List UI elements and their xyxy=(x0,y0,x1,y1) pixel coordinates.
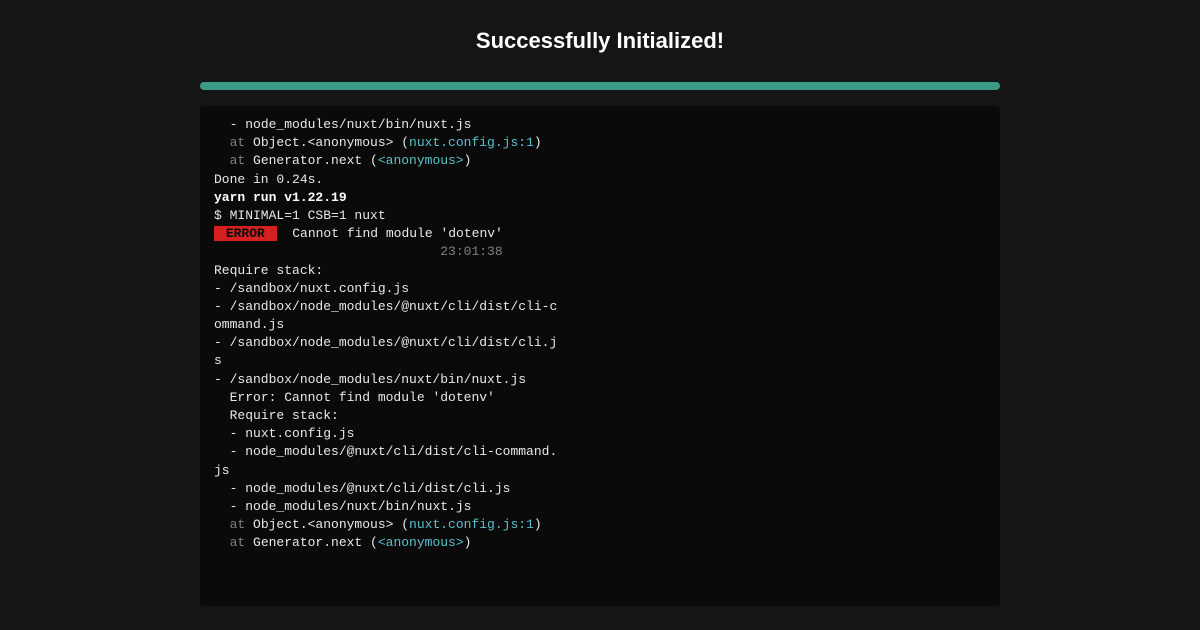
progress-bar xyxy=(200,82,1000,90)
timestamp-line: 23:01:38 xyxy=(214,243,986,261)
source-link[interactable]: <anonymous> xyxy=(378,535,464,550)
stack-path: - /sandbox/nuxt.config.js xyxy=(214,280,986,298)
require-stack-header: Require stack: xyxy=(214,262,986,280)
source-link[interactable]: nuxt.config.js:1 xyxy=(409,135,534,150)
stack-path: js xyxy=(214,462,986,480)
require-stack-header: Require stack: xyxy=(214,407,986,425)
stack-line: at Generator.next (<anonymous>) xyxy=(214,152,986,170)
stack-path: - /sandbox/node_modules/nuxt/bin/nuxt.js xyxy=(214,371,986,389)
page-title: Successfully Initialized! xyxy=(200,28,1000,54)
error-message: Error: Cannot find module 'dotenv' xyxy=(214,389,986,407)
source-link[interactable]: nuxt.config.js:1 xyxy=(409,517,534,532)
stack-path: - node_modules/nuxt/bin/nuxt.js xyxy=(214,498,986,516)
stack-path: - nuxt.config.js xyxy=(214,425,986,443)
stack-path: - /sandbox/node_modules/@nuxt/cli/dist/c… xyxy=(214,334,986,352)
command-line: $ MINIMAL=1 CSB=1 nuxt xyxy=(214,207,986,225)
stack-path: ommand.js xyxy=(214,316,986,334)
stack-line: at Object.<anonymous> (nuxt.config.js:1) xyxy=(214,516,986,534)
error-badge: ERROR xyxy=(214,226,277,241)
terminal-output[interactable]: - node_modules/nuxt/bin/nuxt.js at Objec… xyxy=(200,106,1000,606)
stack-path: - /sandbox/node_modules/@nuxt/cli/dist/c… xyxy=(214,298,986,316)
source-link[interactable]: <anonymous> xyxy=(378,153,464,168)
stack-path: s xyxy=(214,352,986,370)
yarn-version: yarn run v1.22.19 xyxy=(214,189,986,207)
error-line: ERROR Cannot find module 'dotenv' xyxy=(214,225,986,243)
done-line: Done in 0.24s. xyxy=(214,171,986,189)
stack-line: - node_modules/nuxt/bin/nuxt.js xyxy=(214,116,986,134)
stack-line: at Object.<anonymous> (nuxt.config.js:1) xyxy=(214,134,986,152)
stack-path: - node_modules/@nuxt/cli/dist/cli.js xyxy=(214,480,986,498)
stack-line: at Generator.next (<anonymous>) xyxy=(214,534,986,552)
stack-path: - node_modules/@nuxt/cli/dist/cli-comman… xyxy=(214,443,986,461)
